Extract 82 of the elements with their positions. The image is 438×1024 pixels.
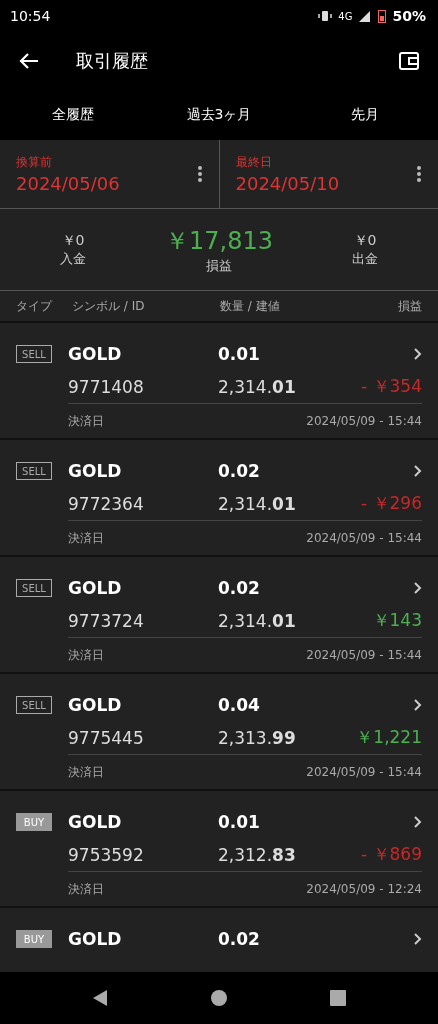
home-icon[interactable] [211, 990, 227, 1006]
close-label: 決済日 [68, 412, 104, 430]
close-time: 2024/05/09 - 15:44 [306, 531, 422, 545]
period-tab[interactable]: 過去3ヶ月 [146, 90, 292, 140]
trade-id: 9773724 [68, 610, 145, 631]
trade-id: 9771408 [68, 376, 145, 397]
price: 2,314.01 [218, 493, 297, 514]
price: 2,313.99 [218, 727, 297, 748]
close-time: 2024/05/09 - 12:24 [306, 882, 422, 896]
trade-row[interactable]: SELL GOLD 0.02 9773724 2,314.01 ￥143 決済日 2024/05/09 - 15:44 [0, 555, 438, 672]
column-header: 数量 / 建値 [220, 297, 281, 315]
chevron-icon [414, 932, 422, 945]
symbol: GOLD [68, 460, 123, 481]
more-icon[interactable] [416, 165, 422, 183]
close-label: 決済日 [68, 646, 104, 664]
trade-id: 9775445 [68, 727, 145, 748]
volume: 0.02 [218, 928, 261, 949]
symbol: GOLD [68, 343, 123, 364]
back-icon[interactable] [91, 989, 108, 1007]
profit: - ￥354 [361, 375, 422, 398]
chevron-icon [414, 698, 422, 711]
volume: 0.01 [218, 343, 261, 364]
column-header: シンボル / ID [72, 297, 146, 315]
close-time: 2024/05/09 - 15:44 [306, 414, 422, 428]
volume: 0.04 [218, 694, 261, 715]
trade-type-badge: BUY [16, 813, 52, 831]
battery-icon [378, 9, 387, 23]
profit: ￥143 [372, 609, 422, 632]
page-title: 取引履歴 [76, 49, 148, 73]
profit: - ￥296 [361, 492, 422, 515]
trade-type-badge: SELL [16, 345, 52, 363]
profit: - ￥869 [361, 843, 422, 866]
chevron-icon [414, 581, 422, 594]
volume: 0.02 [218, 460, 261, 481]
period-tab[interactable]: 全履歴 [0, 90, 146, 140]
summary-label: 出金 [352, 249, 378, 268]
profit: ￥1,221 [356, 726, 422, 749]
wallet-icon[interactable] [398, 50, 420, 72]
trade-row[interactable]: SELL GOLD 0.02 9772364 2,314.01 - ￥296 決済日 2024/05/09 - 15:44 [0, 438, 438, 555]
chevron-icon [414, 464, 422, 477]
trade-id: 9772364 [68, 493, 145, 514]
volume: 0.02 [218, 577, 261, 598]
symbol: GOLD [68, 694, 123, 715]
status-time: 10:54 [10, 8, 51, 24]
recents-icon[interactable] [330, 990, 347, 1006]
volume: 0.01 [218, 811, 261, 832]
chevron-icon [414, 347, 422, 360]
more-icon[interactable] [196, 165, 203, 183]
summary-label: 損益 [206, 256, 232, 275]
period-tab[interactable]: 先月 [292, 90, 438, 140]
chevron-icon [414, 815, 422, 828]
trade-type-badge: BUY [16, 930, 52, 948]
column-header: 損益 [398, 297, 422, 315]
close-time: 2024/05/09 - 15:44 [306, 648, 422, 662]
close-label: 決済日 [68, 529, 104, 547]
trade-row[interactable]: SELL GOLD 0.04 9775445 2,313.99 ￥1,221 決済日 2024/05/09 - 15:44 [0, 672, 438, 789]
summary-label: 入金 [60, 249, 86, 268]
summary-amount: ￥0 [61, 231, 85, 250]
signal-icon [358, 10, 373, 22]
column-header: タイプ [16, 297, 54, 315]
date-label: 換算前 [16, 154, 53, 171]
price: 2,312.83 [218, 844, 297, 865]
symbol: GOLD [68, 577, 123, 598]
close-time: 2024/05/09 - 15:44 [306, 765, 422, 779]
price: 2,314.01 [218, 376, 297, 397]
summary-amount: ￥0 [353, 231, 377, 250]
trade-row[interactable]: BUY GOLD 0.01 9753592 2,312.83 - ￥869 決済日 2024/05/09 - 12:24 [0, 789, 438, 906]
trade-type-badge: SELL [16, 696, 52, 714]
close-label: 決済日 [68, 763, 104, 781]
vibrate-icon [318, 10, 333, 22]
close-label: 決済日 [68, 880, 104, 898]
date-label: 最終日 [235, 154, 273, 171]
trade-type-badge: SELL [16, 579, 52, 597]
network-type: 4G [338, 10, 353, 22]
price: 2,314.01 [218, 610, 297, 631]
summary-amount: ￥17,813 [165, 225, 273, 257]
trade-id: 9753592 [68, 844, 145, 865]
symbol: GOLD [68, 928, 123, 949]
battery-level: 50% [392, 8, 426, 24]
trade-type-badge: SELL [16, 462, 52, 480]
trade-row[interactable]: SELL GOLD 0.01 9771408 2,314.01 - ￥354 決済日 2024/05/09 - 15:44 [0, 321, 438, 438]
symbol: GOLD [68, 811, 123, 832]
